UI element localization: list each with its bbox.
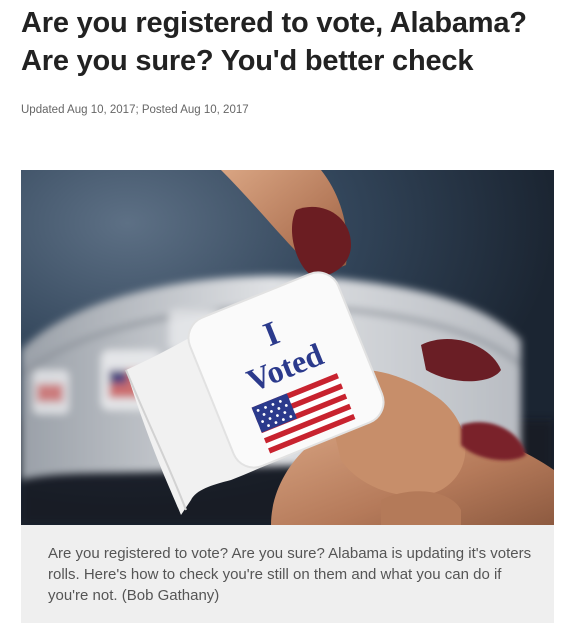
article-timestamp: Updated Aug 10, 2017; Posted Aug 10, 201…	[21, 104, 249, 116]
article-figure: I Voted Are you registered to vote? Are …	[21, 170, 554, 623]
headline-line-1: Are you registered to vote, Alabama?	[21, 7, 527, 39]
headline-line-2: Are you sure? You'd better check	[21, 45, 474, 77]
article-headline: Are you registered to vote, Alabama? Are…	[21, 4, 551, 80]
i-voted-sticker-photo: I Voted	[21, 170, 554, 525]
article-photo[interactable]: I Voted	[21, 170, 554, 525]
photo-caption: Are you registered to vote? Are you sure…	[21, 525, 554, 623]
